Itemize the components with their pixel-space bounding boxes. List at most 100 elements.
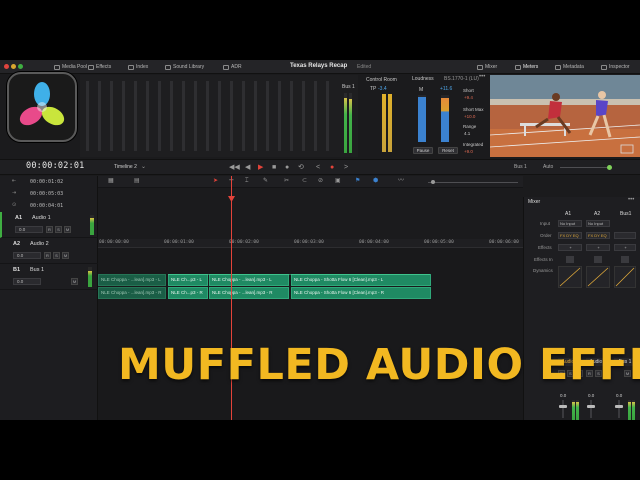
solo-button[interactable]: S (55, 226, 62, 233)
link-icon[interactable]: ⊘ (318, 178, 323, 185)
index-button[interactable]: Index (128, 63, 148, 71)
snapping-icon[interactable]: ⊂ (302, 178, 307, 185)
mute-button[interactable]: M (64, 226, 71, 233)
reset-button[interactable]: Reset (438, 147, 458, 154)
add-effect-a2-button[interactable]: + (586, 244, 610, 251)
timeline-selector[interactable]: Timeline 2 (114, 164, 137, 170)
track-header-a2[interactable]: A2 Audio 2 0.0 R S M (0, 238, 98, 264)
dynamics-graph-a1[interactable] (558, 266, 582, 288)
timeline-ruler[interactable]: 00:00:00:00 00:00:01:00 00:00:02:00 00:0… (98, 239, 523, 248)
edit-selection-icon[interactable]: ⌶ (245, 178, 249, 185)
reverse-play-icon[interactable]: ◀ (245, 164, 250, 171)
metadata-toggle-button[interactable]: Metadata (555, 63, 584, 71)
dynamics-graph-a2[interactable] (586, 266, 610, 288)
track-volume[interactable]: 0.0 (13, 278, 41, 285)
channel-meter (110, 81, 113, 151)
marker-icon[interactable]: ⬢ (373, 178, 378, 185)
audio-clip[interactable]: NLE Choppa - ...lean].mp3 - L (98, 274, 166, 286)
timecode-out: 00:00:05:03 (30, 191, 64, 197)
fader-knob-bus-1[interactable] (615, 405, 623, 408)
volume-slider-knob[interactable] (607, 165, 612, 170)
pause-button[interactable]: Pause (413, 147, 433, 154)
flag-icon[interactable]: ⚑ (355, 178, 360, 185)
effects-in-toggle-a2[interactable] (594, 256, 602, 263)
mute-button[interactable]: M (62, 252, 69, 259)
track-header-a1[interactable]: A1 Audio 1 0.0 R S M (0, 212, 98, 238)
audio-clip[interactable]: NLE Choppa - Shotta Flow 6 [Clean].mp3 -… (291, 287, 431, 299)
track-header-b1[interactable]: B1 Bus 1 0.0 M (0, 264, 98, 290)
input-selector-a1[interactable]: No Input (558, 220, 582, 227)
effects-in-toggle-bus1[interactable] (621, 256, 629, 263)
audio-clip[interactable]: NLE Choppa - Shotta Flow 6 [Clean].mp3 -… (291, 274, 431, 286)
solo-button[interactable]: S (53, 252, 60, 259)
adr-button[interactable]: ADR (223, 63, 242, 71)
record-arm-button[interactable]: R (46, 226, 53, 233)
effects-button[interactable]: Effects (88, 63, 111, 71)
next-marker-icon[interactable]: > (344, 164, 348, 171)
timeline-tracks-area[interactable]: NLE Choppa - ...lean].mp3 - L NLE Ch...p… (98, 248, 523, 420)
track-mini-meter (90, 215, 94, 235)
loop-icon[interactable]: ⟲ (298, 164, 304, 171)
add-effect-a1-button[interactable]: + (558, 244, 582, 251)
effects-in-toggle-a1[interactable] (566, 256, 574, 263)
audio-clip[interactable]: NLE Choppa - ...lean].mp3 - R (98, 287, 166, 299)
fader-audio-2[interactable] (590, 400, 592, 418)
selection-tool-icon[interactable]: ➤ (213, 178, 218, 185)
track-volume[interactable]: 0.0 (13, 252, 41, 259)
zoom-slider[interactable] (428, 182, 518, 183)
layout-icon[interactable]: ▦ (108, 178, 114, 185)
transport-bus-label[interactable]: Bus 1 (514, 164, 527, 170)
input-selector-a2[interactable]: No Input (586, 220, 610, 227)
fader-knob-audio-1[interactable] (559, 405, 567, 408)
maximize-window-icon[interactable] (18, 64, 23, 69)
track-name[interactable]: Audio 1 (32, 215, 51, 221)
order-selector-a1[interactable]: FX DY EQ (558, 232, 582, 239)
minimize-window-icon[interactable] (11, 64, 16, 69)
stop-icon[interactable]: ■ (272, 164, 276, 171)
razor-icon[interactable]: ✂ (284, 178, 289, 185)
previous-marker-icon[interactable]: < (316, 164, 320, 171)
track-volume[interactable]: 0.0 (15, 226, 43, 233)
channel-meter (242, 81, 245, 151)
record-arm-button[interactable]: R (44, 252, 51, 259)
brush-tool-icon[interactable]: ✎ (263, 178, 268, 185)
auto-select-icon[interactable]: ▣ (335, 178, 341, 185)
inspector-toggle-button[interactable]: Inspector (601, 63, 630, 71)
automation-mode[interactable]: Auto (543, 164, 553, 170)
fader-knob-audio-2[interactable] (587, 405, 595, 408)
order-selector-bus1[interactable] (614, 232, 636, 239)
audio-clip[interactable]: NLE Choppa - ...lean].mp3 - R (209, 287, 289, 299)
rewind-icon[interactable]: ◀◀ (229, 164, 240, 171)
audio-clip[interactable]: NLE Ch...p3 - L (168, 274, 208, 286)
record-arm-icon[interactable]: ● (330, 164, 334, 171)
media-pool-button[interactable]: Media Pool (54, 63, 87, 71)
track-name[interactable]: Audio 2 (30, 241, 49, 247)
track-name[interactable]: Bus 1 (30, 267, 44, 273)
sound-library-button[interactable]: Sound Library (165, 63, 204, 71)
add-effect-bus1-button[interactable]: + (614, 244, 636, 251)
volume-slider-track[interactable] (560, 167, 612, 168)
more-options-icon[interactable]: ••• (479, 74, 485, 80)
fader-audio-1[interactable] (562, 400, 564, 418)
video-viewer[interactable] (490, 75, 640, 157)
meters-toggle-button[interactable]: Meters (515, 63, 538, 71)
zoom-slider-knob[interactable] (431, 180, 435, 184)
view-options-icon[interactable]: ▤ (134, 178, 140, 185)
close-window-icon[interactable] (4, 64, 9, 69)
channel-meter (170, 81, 173, 151)
audio-clip[interactable]: NLE Choppa - ...lean].mp3 - L (209, 274, 289, 286)
play-icon[interactable]: ▶ (258, 164, 263, 171)
mute-button[interactable]: M (71, 278, 78, 285)
timecode-display[interactable]: 00:00:02:01 (26, 161, 85, 171)
input-row-label: Input (540, 221, 551, 226)
mixer-toggle-button[interactable]: Mixer (477, 63, 497, 71)
fader-bus-1[interactable] (618, 400, 620, 418)
dynamics-graph-bus1[interactable] (614, 266, 636, 288)
integrated-label: Integrated (463, 142, 484, 147)
audio-clip[interactable]: NLE Ch...p3 - R (168, 287, 208, 299)
record-icon[interactable]: ● (285, 164, 289, 171)
waveform-zoom-icon[interactable]: 〰 (398, 178, 404, 185)
mixer-options-icon[interactable]: ••• (628, 197, 634, 203)
order-selector-a2[interactable]: FX DY EQ (586, 232, 610, 239)
chevron-down-icon[interactable]: ⌄ (141, 163, 146, 170)
